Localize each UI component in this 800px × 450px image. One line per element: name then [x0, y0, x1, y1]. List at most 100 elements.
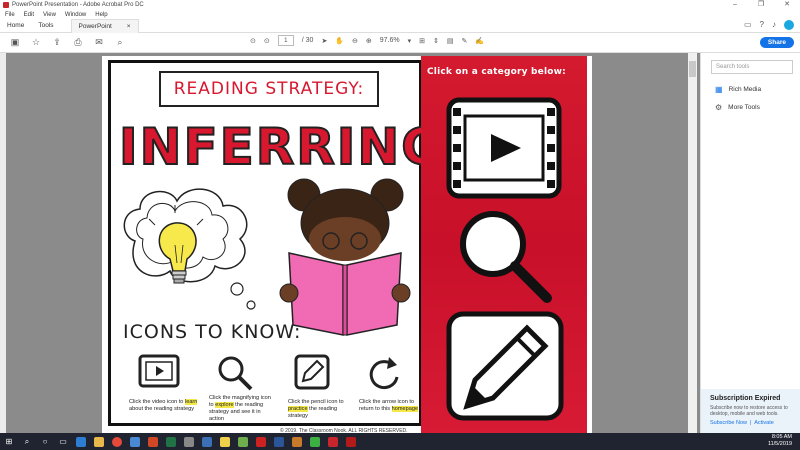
excel-icon[interactable] — [162, 433, 180, 450]
taskview-icon[interactable]: ▭ — [54, 433, 72, 450]
file-explorer-icon[interactable] — [90, 433, 108, 450]
menu-edit[interactable]: Edit — [24, 12, 34, 18]
left-panel-toggle[interactable] — [0, 53, 6, 433]
tab-document-label: PowerPoint Present... — [78, 22, 112, 44]
print-icon[interactable]: ⎙ — [72, 37, 84, 48]
prev-page-icon[interactable]: ⊙ — [250, 37, 256, 45]
clock-date: 11/5/2019 — [767, 441, 792, 447]
zoom-search-icon[interactable]: ⌕ — [114, 37, 126, 48]
app-icon[interactable] — [180, 433, 198, 450]
chrome-icon[interactable] — [108, 433, 126, 450]
app3-icon[interactable] — [306, 433, 324, 450]
ie-icon[interactable] — [126, 433, 144, 450]
edge-icon[interactable] — [72, 433, 90, 450]
caption-video: Click the video icon to learn about the … — [129, 399, 198, 412]
caption-arrow: Click the arrow icon to return to this h… — [359, 399, 419, 412]
select-cursor-icon[interactable]: ➤ — [321, 37, 327, 45]
system-clock[interactable]: 8:05 AM 11/5/2019 — [768, 434, 792, 448]
zoom-level[interactable]: 97.6% — [380, 37, 400, 44]
save-icon[interactable]: ▣ — [9, 37, 21, 48]
rich-media-tool[interactable]: ▦ Rich Media — [715, 85, 761, 94]
outlook-icon[interactable] — [270, 433, 288, 450]
tab-bar: Home Tools PowerPoint Present... × ▭ ? ♪ — [0, 18, 800, 44]
sign-tool-icon[interactable]: ✍ — [475, 37, 484, 45]
powerpoint-icon[interactable] — [144, 433, 162, 450]
bookmark-star-icon[interactable]: ☆ — [30, 37, 42, 48]
start-icon[interactable]: ⊞ — [0, 433, 18, 450]
windows-taskbar: ⊞ ⌕ ○ ▭ 8:05 AM 11/5/2019 — [0, 433, 800, 450]
scroll-mode-icon[interactable]: ⇕ — [433, 37, 439, 45]
video-icon — [138, 354, 180, 388]
media-icon[interactable] — [252, 433, 270, 450]
page-number-input[interactable]: 1 — [277, 35, 294, 46]
menu-file[interactable]: File — [5, 12, 15, 18]
subscription-banner: Subscription Expired Subscribe now to re… — [701, 389, 800, 433]
menu-view[interactable]: View — [43, 12, 56, 18]
page-fit-icon[interactable]: ⊞ — [419, 37, 425, 45]
more-tools-item[interactable]: ⚙ More Tools — [715, 103, 760, 112]
menu-help[interactable]: Help — [95, 12, 107, 18]
slide-left-panel: READING STRATEGY: INFERRING ICONS TO KNO… — [108, 60, 445, 426]
page-total: / 30 — [301, 37, 314, 44]
acrobat-app-icon — [3, 2, 9, 8]
tab-home[interactable]: Home — [0, 19, 31, 33]
scrollbar-thumb[interactable] — [689, 61, 696, 77]
comment-icon[interactable]: ▭ — [744, 20, 752, 30]
menu-window[interactable]: Window — [65, 12, 86, 18]
rich-media-icon: ▦ — [715, 85, 723, 94]
acrobat-taskbar-icon[interactable] — [324, 433, 342, 450]
maximize-button[interactable]: ❐ — [748, 0, 774, 10]
tab-document[interactable]: PowerPoint Present... × — [70, 18, 139, 44]
rich-media-label: Rich Media — [728, 86, 762, 93]
zoom-dropdown-icon[interactable]: ▾ — [408, 37, 412, 45]
explore-category-magnifier-icon[interactable] — [455, 206, 555, 306]
caption-pencil: Click the pencil icon to practice the re… — [288, 399, 344, 419]
email-icon[interactable]: ✉ — [93, 37, 105, 48]
zoom-in-icon[interactable]: ⊕ — [366, 37, 372, 45]
upload-icon[interactable]: ⇪ — [51, 37, 63, 48]
sticky-notes-icon[interactable] — [216, 433, 234, 450]
girl-reading-book-illustration — [279, 178, 411, 336]
comment-tool-icon[interactable]: ▤ — [447, 37, 454, 45]
activate-link[interactable]: Activate — [754, 420, 774, 426]
window-titlebar: PowerPoint Presentation - Adobe Acrobat … — [0, 0, 800, 10]
search-icon[interactable]: ⌕ — [18, 433, 36, 450]
caption-magnify: Click the magnifying icon to explore the… — [209, 395, 271, 422]
next-page-icon[interactable]: ⊙ — [264, 37, 270, 45]
inferring-title: INFERRING — [118, 117, 445, 177]
subscription-desc: Subscribe now to restore access to deskt… — [710, 405, 788, 417]
notifications-icon[interactable]: ♪ — [772, 20, 776, 30]
practice-category-pencil-icon[interactable] — [445, 310, 565, 422]
hand-tool-icon[interactable]: ✋ — [335, 37, 344, 45]
return-arrow-icon — [369, 357, 399, 390]
tools-side-panel: Search tools ▦ Rich Media ⚙ More Tools S… — [700, 53, 800, 433]
zoom-out-icon[interactable]: ⊖ — [352, 37, 358, 45]
task-view-icon[interactable]: ○ — [36, 433, 54, 450]
subscribe-now-link[interactable]: Subscribe Now — [710, 420, 747, 426]
minimize-button[interactable]: – — [722, 0, 748, 10]
more-tools-label: More Tools — [728, 104, 760, 111]
acrobat2-taskbar-icon[interactable] — [342, 433, 360, 450]
security-icon[interactable] — [198, 433, 216, 450]
tab-close-icon[interactable]: × — [127, 20, 131, 33]
icons-to-know-heading: ICONS TO KNOW: — [123, 321, 302, 343]
reading-strategy-banner: READING STRATEGY: — [159, 71, 379, 107]
more-tools-icon: ⚙ — [715, 103, 723, 112]
subscription-title: Subscription Expired — [710, 395, 781, 402]
search-tools-input[interactable]: Search tools — [711, 60, 793, 74]
magnifying-glass-icon — [218, 356, 253, 391]
main-toolbar: ▣ ☆ ⇪ ⎙ ✉ ⌕ ⊙ ⊙ 1 / 30 ➤ ✋ ⊖ ⊕ 97.6% ▾ ⊞… — [0, 33, 800, 53]
close-window-button[interactable]: ✕ — [774, 0, 800, 10]
window-title: PowerPoint Presentation - Adobe Acrobat … — [12, 2, 144, 8]
pencil-icon — [294, 354, 330, 390]
thought-cloud-lightbulb-illustration — [123, 188, 256, 310]
help-icon[interactable]: ? — [760, 20, 764, 30]
paint-icon[interactable] — [234, 433, 252, 450]
avatar[interactable] — [784, 20, 794, 30]
app2-icon[interactable] — [288, 433, 306, 450]
tab-tools[interactable]: Tools — [31, 19, 60, 33]
video-category-icon[interactable] — [445, 96, 563, 200]
vertical-scrollbar[interactable] — [688, 53, 697, 433]
share-button[interactable]: Share — [759, 37, 794, 48]
pen-tool-icon[interactable]: ✎ — [462, 37, 468, 45]
